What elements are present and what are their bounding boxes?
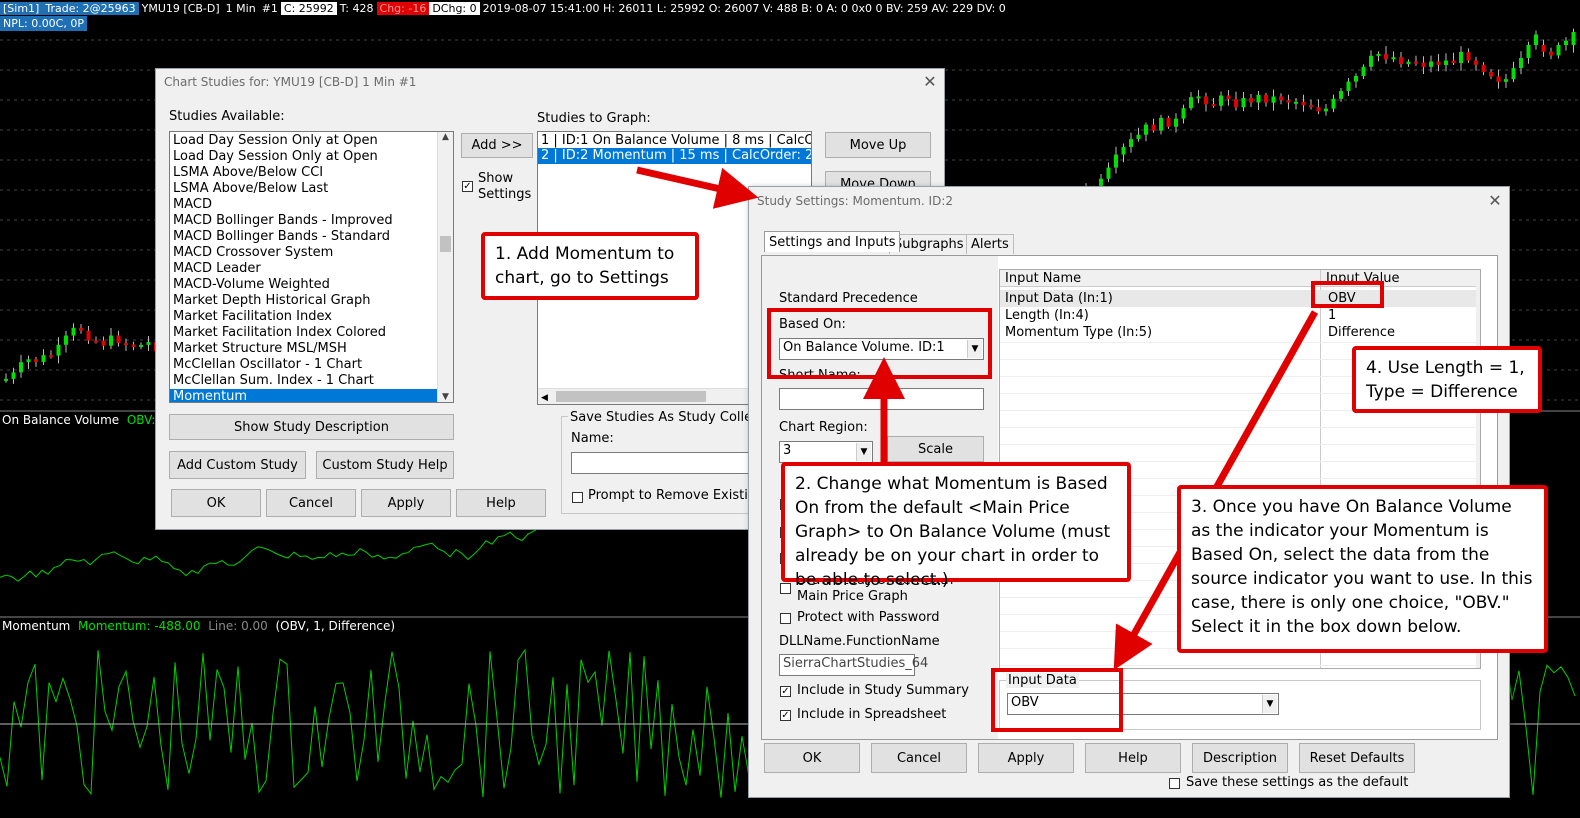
tab-settings-inputs[interactable]: Settings and Inputs [764, 231, 901, 252]
arrow-to-settings [636, 166, 759, 209]
callout-step-1: 1. Add Momentum to chart, go to Settings [481, 232, 699, 300]
callout-step-4: 4. Use Length = 1, Type = Difference [1352, 346, 1542, 413]
sierra-chart-screen: [Sim1] Trade: 2@25963 YMU19 [CB-D] 1 Min… [0, 0, 1580, 818]
annotation-arrows [636, 166, 1319, 671]
callout-step-2: 2. Change what Momentum is Based On from… [781, 462, 1131, 590]
callout-step-3: 3. Once you have On Balance Volume as th… [1177, 485, 1548, 653]
